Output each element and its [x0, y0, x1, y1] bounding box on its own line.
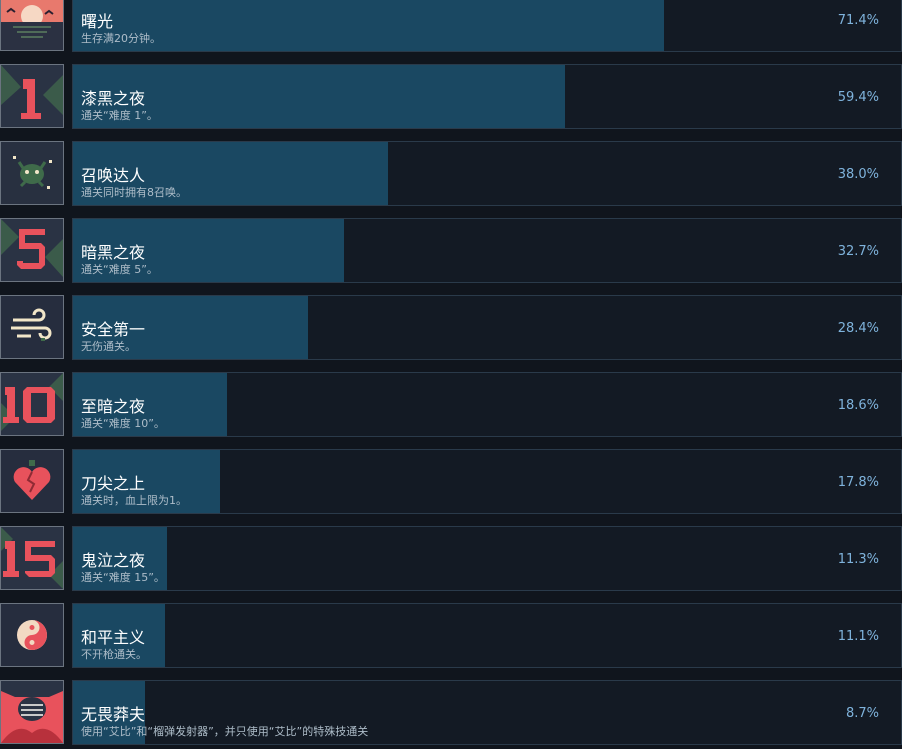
achievement-percent: 59.4% — [837, 90, 879, 105]
progress-panel: 曙光 生存满20分钟。 71.4% — [72, 0, 902, 52]
sunrise-icon — [0, 0, 64, 51]
difficulty-1-icon — [0, 64, 64, 128]
difficulty-5-icon — [0, 218, 64, 282]
achievement-desc: 通关“难度 5”。 — [81, 263, 158, 276]
wind-swirl-icon — [0, 295, 64, 359]
progress-panel: 召唤达人 通关同时拥有8召唤。 38.0% — [72, 141, 902, 206]
achievement-row[interactable]: 曙光 生存满20分钟。 71.4% — [0, 0, 902, 52]
achievement-title: 召唤达人 — [81, 166, 146, 185]
achievement-percent: 71.4% — [837, 13, 879, 28]
achievement-percent: 28.4% — [837, 321, 879, 336]
progress-panel: 和平主义 不开枪通关。 11.1% — [72, 603, 902, 668]
progress-panel: 至暗之夜 通关“难度 10”。 18.6% — [72, 372, 902, 437]
achievement-desc: 生存满20分钟。 — [81, 32, 161, 45]
achievement-title: 至暗之夜 — [81, 397, 146, 416]
achievement-percent: 32.7% — [837, 244, 879, 259]
achievement-desc: 不开枪通关。 — [81, 648, 147, 661]
summon-creature-icon — [0, 141, 64, 205]
achievement-percent: 8.7% — [845, 706, 879, 721]
achievement-percent: 11.1% — [837, 629, 879, 644]
yin-yang-icon — [0, 603, 64, 667]
achievement-row[interactable]: 无畏莽夫 使用“艾比”和“榴弹发射器”，并只使用“艾比”的特殊技通关 8.7% — [0, 680, 902, 745]
progress-panel: 暗黑之夜 通关“难度 5”。 32.7% — [72, 218, 902, 283]
armored-creature-icon — [0, 680, 64, 744]
progress-panel: 漆黑之夜 通关“难度 1”。 59.4% — [72, 64, 902, 129]
cracked-heart-icon — [0, 449, 64, 513]
achievement-title: 鬼泣之夜 — [81, 551, 146, 570]
achievement-row[interactable]: 暗黑之夜 通关“难度 5”。 32.7% — [0, 218, 902, 283]
difficulty-15-icon — [0, 526, 64, 590]
progress-panel: 刀尖之上 通关时，血上限为1。 17.8% — [72, 449, 902, 514]
achievement-desc: 无伤通关。 — [81, 340, 136, 353]
achievement-row[interactable]: 和平主义 不开枪通关。 11.1% — [0, 603, 902, 668]
progress-panel: 安全第一 无伤通关。 28.4% — [72, 295, 902, 360]
achievement-title: 暗黑之夜 — [81, 243, 146, 262]
achievement-row[interactable]: 至暗之夜 通关“难度 10”。 18.6% — [0, 372, 902, 437]
achievement-desc: 通关“难度 1”。 — [81, 109, 158, 122]
achievement-title: 刀尖之上 — [81, 474, 146, 493]
achievement-row[interactable]: 鬼泣之夜 通关“难度 15”。 11.3% — [0, 526, 902, 591]
achievement-desc: 通关“难度 10”。 — [81, 417, 165, 430]
achievement-title: 漆黑之夜 — [81, 89, 146, 108]
achievement-percent: 17.8% — [837, 475, 879, 490]
achievement-title: 无畏莽夫 — [81, 705, 146, 724]
difficulty-10-icon — [0, 372, 64, 436]
achievement-desc: 通关同时拥有8召唤。 — [81, 186, 187, 199]
achievement-percent: 38.0% — [837, 167, 879, 182]
achievement-desc: 使用“艾比”和“榴弹发射器”，并只使用“艾比”的特殊技通关 — [81, 725, 369, 738]
progress-panel: 无畏莽夫 使用“艾比”和“榴弹发射器”，并只使用“艾比”的特殊技通关 8.7% — [72, 680, 902, 745]
achievement-desc: 通关“难度 15”。 — [81, 571, 165, 584]
achievement-list: 曙光 生存满20分钟。 71.4% 漆黑之夜 通关“难度 1”。 59.4% 召… — [0, 0, 902, 749]
achievement-title: 安全第一 — [81, 320, 146, 339]
achievement-percent: 18.6% — [837, 398, 879, 413]
achievement-row[interactable]: 安全第一 无伤通关。 28.4% — [0, 295, 902, 360]
achievement-row[interactable]: 漆黑之夜 通关“难度 1”。 59.4% — [0, 64, 902, 129]
achievement-percent: 11.3% — [837, 552, 879, 567]
progress-fill — [73, 0, 665, 51]
achievement-title: 和平主义 — [81, 628, 146, 647]
progress-panel: 鬼泣之夜 通关“难度 15”。 11.3% — [72, 526, 902, 591]
achievement-row[interactable]: 召唤达人 通关同时拥有8召唤。 38.0% — [0, 141, 902, 206]
achievement-row[interactable]: 刀尖之上 通关时，血上限为1。 17.8% — [0, 449, 902, 514]
achievement-title: 曙光 — [81, 12, 114, 31]
achievement-desc: 通关时，血上限为1。 — [81, 494, 187, 507]
